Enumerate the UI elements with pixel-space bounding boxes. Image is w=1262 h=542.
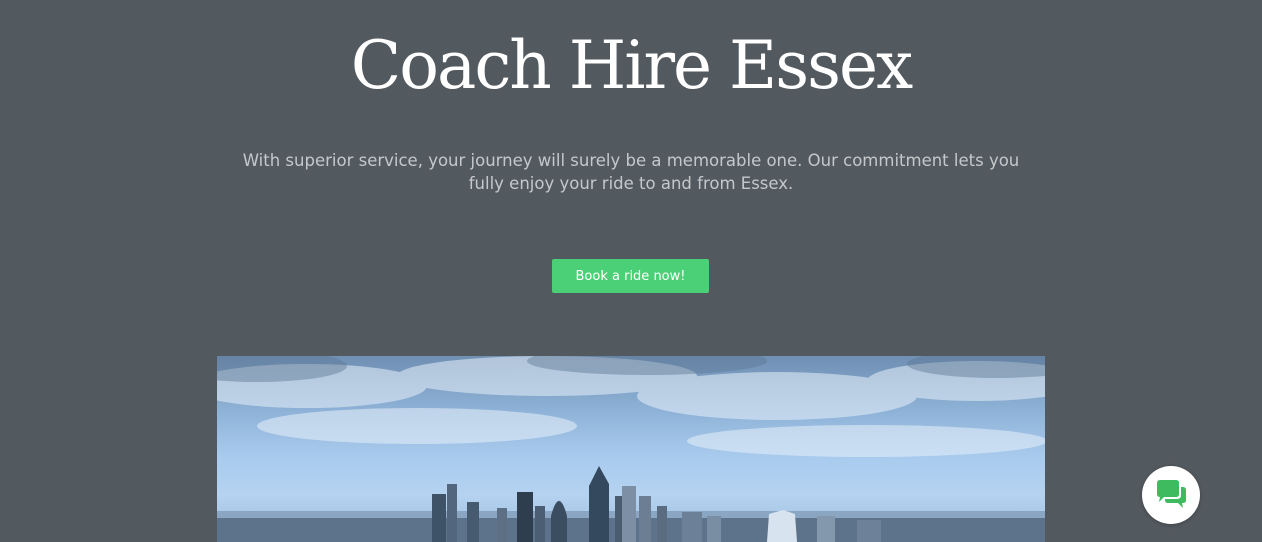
city-skyline-image [217,356,1045,542]
page-title: Coach Hire Essex [350,27,914,104]
chat-button[interactable] [1142,466,1200,524]
book-ride-button[interactable]: Book a ride now! [552,259,709,293]
hero-subtitle: With superior service, your journey will… [242,151,1020,193]
chat-bubbles-icon [1157,480,1186,508]
skyline-illustration [217,356,1045,542]
